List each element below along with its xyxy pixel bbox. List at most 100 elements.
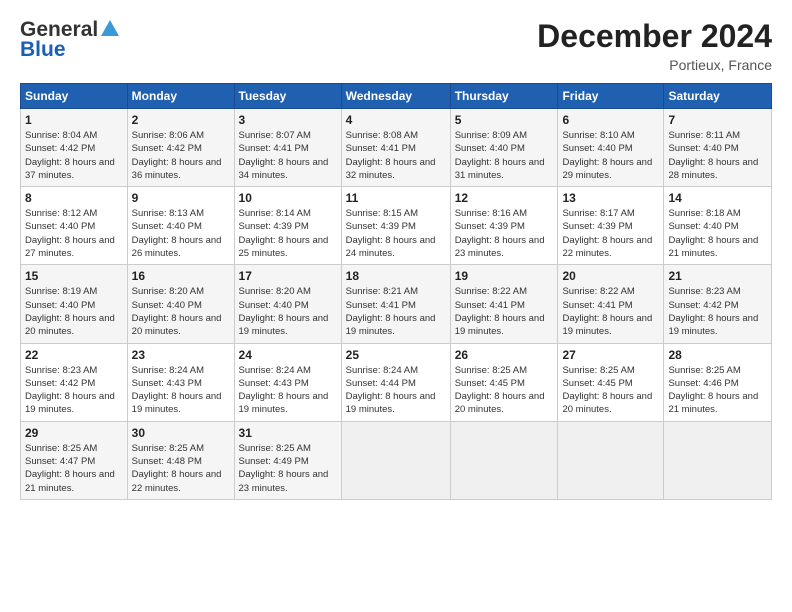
day-number: 17	[239, 269, 337, 283]
col-sunday: Sunday	[21, 84, 128, 109]
col-friday: Friday	[558, 84, 664, 109]
table-row: 18 Sunrise: 8:21 AMSunset: 4:41 PMDayligh…	[341, 265, 450, 343]
table-row: 23 Sunrise: 8:24 AMSunset: 4:43 PMDayligh…	[127, 343, 234, 421]
table-row: 17Sunrise: 8:20 AMSunset: 4:40 PMDayligh…	[234, 265, 341, 343]
table-row: 16 Sunrise: 8:20 AMSunset: 4:40 PMDayligh…	[127, 265, 234, 343]
table-row: 28 Sunrise: 8:25 AMSunset: 4:46 PMDayligh…	[664, 343, 772, 421]
day-number: 12	[455, 191, 554, 205]
table-row: 2 Sunrise: 8:06 AMSunset: 4:42 PMDaylight…	[127, 109, 234, 187]
day-info: Sunrise: 8:08 AMSunset: 4:41 PMDaylight:…	[346, 129, 446, 182]
month-title: December 2024	[537, 18, 772, 55]
day-number: 18	[346, 269, 446, 283]
table-row: 29Sunrise: 8:25 AMSunset: 4:47 PMDayligh…	[21, 421, 128, 499]
day-number: 24	[239, 348, 337, 362]
table-row	[664, 421, 772, 499]
day-number: 7	[668, 113, 767, 127]
calendar-week-row: 22Sunrise: 8:23 AMSunset: 4:42 PMDayligh…	[21, 343, 772, 421]
table-row: 13Sunrise: 8:17 AMSunset: 4:39 PMDayligh…	[558, 187, 664, 265]
day-number: 30	[132, 426, 230, 440]
day-info: Sunrise: 8:25 AMSunset: 4:45 PMDaylight:…	[455, 364, 554, 417]
day-info: Sunrise: 8:24 AMSunset: 4:44 PMDaylight:…	[346, 364, 446, 417]
day-info: Sunrise: 8:25 AMSunset: 4:49 PMDaylight:…	[239, 442, 337, 495]
day-info: Sunrise: 8:23 AMSunset: 4:42 PMDaylight:…	[668, 285, 767, 338]
day-number: 25	[346, 348, 446, 362]
table-row: 8 Sunrise: 8:12 AMSunset: 4:40 PMDaylight…	[21, 187, 128, 265]
day-info: Sunrise: 8:06 AMSunset: 4:42 PMDaylight:…	[132, 129, 230, 182]
table-row: 22Sunrise: 8:23 AMSunset: 4:42 PMDayligh…	[21, 343, 128, 421]
day-number: 27	[562, 348, 659, 362]
logo-blue: Blue	[20, 38, 66, 62]
day-number: 28	[668, 348, 767, 362]
table-row: 7Sunrise: 8:11 AMSunset: 4:40 PMDaylight…	[664, 109, 772, 187]
day-number: 23	[132, 348, 230, 362]
table-row	[558, 421, 664, 499]
day-info: Sunrise: 8:23 AMSunset: 4:42 PMDaylight:…	[25, 364, 123, 417]
table-row: 21 Sunrise: 8:23 AMSunset: 4:42 PMDayligh…	[664, 265, 772, 343]
table-row: 4 Sunrise: 8:08 AMSunset: 4:41 PMDaylight…	[341, 109, 450, 187]
day-number: 4	[346, 113, 446, 127]
day-info: Sunrise: 8:09 AMSunset: 4:40 PMDaylight:…	[455, 129, 554, 182]
table-row: 12 Sunrise: 8:16 AMSunset: 4:39 PMDayligh…	[450, 187, 558, 265]
day-info: Sunrise: 8:24 AMSunset: 4:43 PMDaylight:…	[132, 364, 230, 417]
header: General Blue December 2024 Portieux, Fra…	[20, 18, 772, 73]
logo: General Blue	[20, 18, 119, 62]
calendar-week-row: 15Sunrise: 8:19 AMSunset: 4:40 PMDayligh…	[21, 265, 772, 343]
table-row: 31 Sunrise: 8:25 AMSunset: 4:49 PMDayligh…	[234, 421, 341, 499]
table-row: 14 Sunrise: 8:18 AMSunset: 4:40 PMDayligh…	[664, 187, 772, 265]
day-number: 16	[132, 269, 230, 283]
table-row: 24 Sunrise: 8:24 AMSunset: 4:43 PMDayligh…	[234, 343, 341, 421]
day-number: 26	[455, 348, 554, 362]
day-info: Sunrise: 8:17 AMSunset: 4:39 PMDaylight:…	[562, 207, 659, 260]
day-info: Sunrise: 8:16 AMSunset: 4:39 PMDaylight:…	[455, 207, 554, 260]
day-info: Sunrise: 8:13 AMSunset: 4:40 PMDaylight:…	[132, 207, 230, 260]
day-number: 1	[25, 113, 123, 127]
day-number: 31	[239, 426, 337, 440]
day-number: 10	[239, 191, 337, 205]
day-info: Sunrise: 8:12 AMSunset: 4:40 PMDaylight:…	[25, 207, 123, 260]
day-number: 9	[132, 191, 230, 205]
title-section: December 2024 Portieux, France	[537, 18, 772, 73]
day-number: 5	[455, 113, 554, 127]
table-row: 10Sunrise: 8:14 AMSunset: 4:39 PMDayligh…	[234, 187, 341, 265]
col-monday: Monday	[127, 84, 234, 109]
day-number: 3	[239, 113, 337, 127]
day-info: Sunrise: 8:20 AMSunset: 4:40 PMDaylight:…	[132, 285, 230, 338]
day-info: Sunrise: 8:21 AMSunset: 4:41 PMDaylight:…	[346, 285, 446, 338]
logo-triangle-icon	[101, 20, 119, 36]
day-info: Sunrise: 8:25 AMSunset: 4:45 PMDaylight:…	[562, 364, 659, 417]
table-row: 3Sunrise: 8:07 AMSunset: 4:41 PMDaylight…	[234, 109, 341, 187]
day-number: 8	[25, 191, 123, 205]
day-number: 21	[668, 269, 767, 283]
day-number: 14	[668, 191, 767, 205]
table-row: 9 Sunrise: 8:13 AMSunset: 4:40 PMDaylight…	[127, 187, 234, 265]
day-info: Sunrise: 8:24 AMSunset: 4:43 PMDaylight:…	[239, 364, 337, 417]
calendar-table: Sunday Monday Tuesday Wednesday Thursday…	[20, 83, 772, 500]
calendar-week-row: 8 Sunrise: 8:12 AMSunset: 4:40 PMDaylight…	[21, 187, 772, 265]
day-number: 2	[132, 113, 230, 127]
day-info: Sunrise: 8:15 AMSunset: 4:39 PMDaylight:…	[346, 207, 446, 260]
calendar-week-row: 1 Sunrise: 8:04 AMSunset: 4:42 PMDaylight…	[21, 109, 772, 187]
table-row: 11Sunrise: 8:15 AMSunset: 4:39 PMDayligh…	[341, 187, 450, 265]
day-number: 20	[562, 269, 659, 283]
table-row: 26 Sunrise: 8:25 AMSunset: 4:45 PMDayligh…	[450, 343, 558, 421]
col-thursday: Thursday	[450, 84, 558, 109]
day-info: Sunrise: 8:18 AMSunset: 4:40 PMDaylight:…	[668, 207, 767, 260]
day-info: Sunrise: 8:25 AMSunset: 4:46 PMDaylight:…	[668, 364, 767, 417]
calendar-header-row: Sunday Monday Tuesday Wednesday Thursday…	[21, 84, 772, 109]
calendar-week-row: 29Sunrise: 8:25 AMSunset: 4:47 PMDayligh…	[21, 421, 772, 499]
table-row: 1 Sunrise: 8:04 AMSunset: 4:42 PMDaylight…	[21, 109, 128, 187]
table-row: 19Sunrise: 8:22 AMSunset: 4:41 PMDayligh…	[450, 265, 558, 343]
table-row: 20 Sunrise: 8:22 AMSunset: 4:41 PMDayligh…	[558, 265, 664, 343]
table-row: 25 Sunrise: 8:24 AMSunset: 4:44 PMDayligh…	[341, 343, 450, 421]
table-row: 15Sunrise: 8:19 AMSunset: 4:40 PMDayligh…	[21, 265, 128, 343]
table-row: 6Sunrise: 8:10 AMSunset: 4:40 PMDaylight…	[558, 109, 664, 187]
day-info: Sunrise: 8:22 AMSunset: 4:41 PMDaylight:…	[562, 285, 659, 338]
day-info: Sunrise: 8:22 AMSunset: 4:41 PMDaylight:…	[455, 285, 554, 338]
col-saturday: Saturday	[664, 84, 772, 109]
table-row: 5 Sunrise: 8:09 AMSunset: 4:40 PMDaylight…	[450, 109, 558, 187]
day-number: 15	[25, 269, 123, 283]
table-row	[450, 421, 558, 499]
page: General Blue December 2024 Portieux, Fra…	[0, 0, 792, 612]
day-info: Sunrise: 8:25 AMSunset: 4:47 PMDaylight:…	[25, 442, 123, 495]
day-info: Sunrise: 8:04 AMSunset: 4:42 PMDaylight:…	[25, 129, 123, 182]
